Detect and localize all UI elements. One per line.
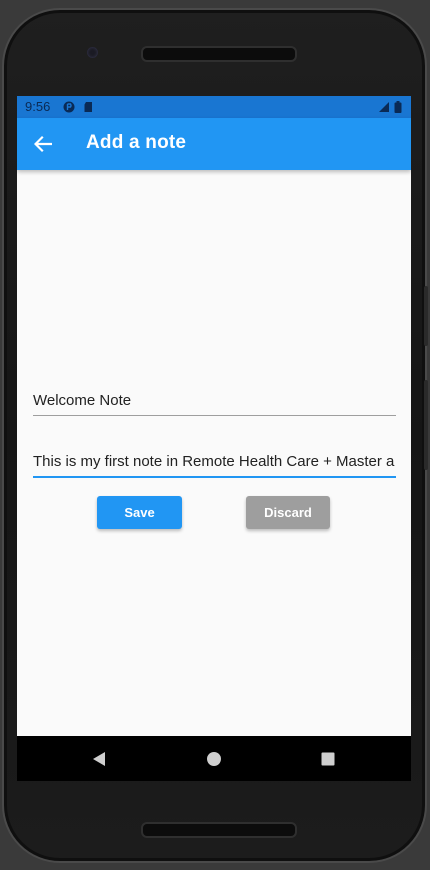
title-field[interactable] (33, 379, 396, 416)
system-nav-bar (17, 736, 411, 781)
power-button (424, 380, 428, 470)
recents-square-icon (321, 752, 335, 766)
page-title: Add a note (86, 132, 187, 153)
sd-card-icon (84, 102, 92, 112)
status-bar: 9:56 (17, 96, 411, 118)
front-camera (87, 47, 98, 58)
discard-button[interactable]: Discard (246, 496, 330, 529)
back-button[interactable] (29, 130, 57, 158)
earpiece-speaker (141, 46, 297, 62)
back-triangle-icon (93, 752, 105, 766)
signal-icon (379, 102, 389, 112)
body-input[interactable] (33, 453, 396, 470)
save-button[interactable]: Save (97, 496, 182, 529)
nav-home-button[interactable] (204, 749, 224, 769)
nav-back-button[interactable] (89, 749, 109, 769)
home-circle-icon (207, 752, 221, 766)
title-input[interactable] (33, 392, 396, 409)
nav-recents-button[interactable] (318, 749, 338, 769)
app-notification-icon (63, 101, 75, 113)
app-bar: Add a note (17, 118, 411, 170)
bottom-speaker (141, 822, 297, 838)
battery-icon (394, 101, 402, 113)
volume-button (424, 286, 428, 346)
arrow-back-icon (34, 135, 52, 153)
body-field[interactable] (33, 440, 396, 478)
status-time: 9:56 (25, 99, 51, 114)
app-screen: 9:56 Add a note Save Discard (17, 96, 411, 781)
